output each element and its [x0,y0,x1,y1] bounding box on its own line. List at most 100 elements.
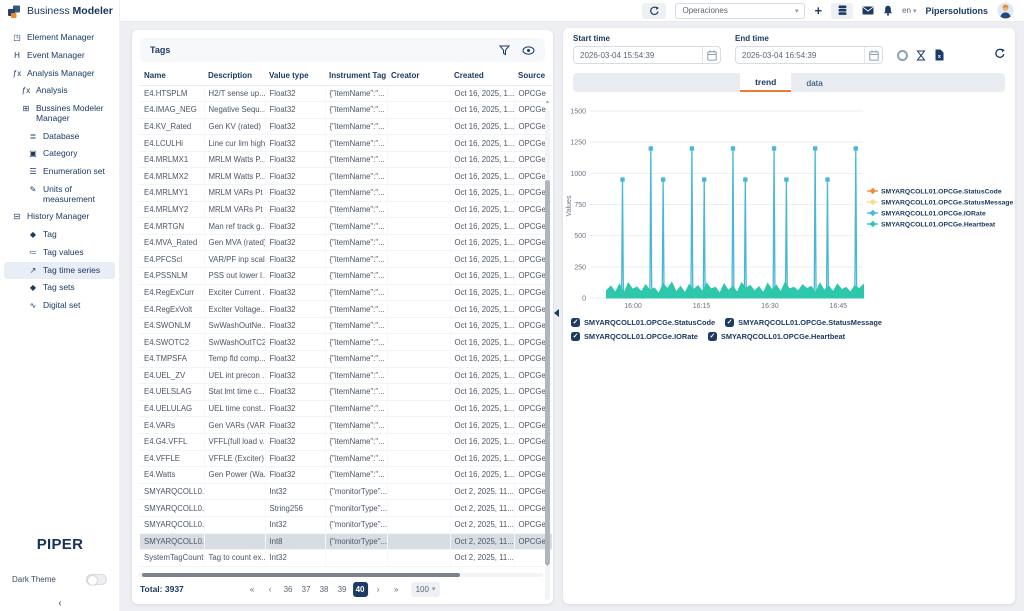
tab-data[interactable]: data [791,73,838,92]
panel-collapse-handle[interactable] [554,309,559,317]
sidebar-item-tag-time-series[interactable]: ↗Tag time series [4,262,115,280]
table-row[interactable]: E4.UEL_ZVUEL int precon ...Float32{"item… [140,367,552,384]
calendar-button[interactable] [702,47,720,63]
table-row[interactable]: E4.HTSPLMH2/T sense up...Float32{"itemNa… [140,85,552,102]
table-row[interactable]: E4.RegExVoltExciter Voltage...Float32{"i… [140,301,552,318]
hourglass-icon[interactable] [916,50,926,61]
end-time-input[interactable]: 2026-03-04 16:54:39 [735,46,883,64]
page-button[interactable]: 39 [335,582,350,597]
database-button[interactable] [831,3,853,19]
series-checkbox[interactable]: ✓SMYARQCOLL01.OPCGe.StatusMessage [725,318,882,327]
column-header-source[interactable]: Source [514,66,552,85]
svg-text:250: 250 [574,264,586,271]
chart-refresh-button[interactable] [994,48,1005,64]
sidebar-item-analysis[interactable]: ƒxAnalysis [4,82,115,100]
page-button[interactable]: 40 [353,582,368,597]
column-header-created[interactable]: Created [450,66,514,85]
page-button[interactable]: 38 [317,582,332,597]
scroll-up-icon[interactable]: ▲ [545,100,550,105]
avatar[interactable] [997,2,1014,19]
table-cell [387,516,450,533]
table-row[interactable]: E4.MRLMY2MRLM VARs Pt 2Float32{"itemName… [140,201,552,218]
table-row[interactable]: E4.UELULAGUEL time const...Float32{"item… [140,400,552,417]
first-page-button[interactable]: « [245,582,260,597]
table-row[interactable]: E4.RegExCurrExciter Current ...Float32{"… [140,284,552,301]
notifications-button[interactable] [883,5,893,16]
table-row[interactable]: SystemTagCountTag to count ex...Int32Oct… [140,550,552,567]
page-button[interactable]: 36 [281,582,296,597]
table-row[interactable]: E4.MRLMY1MRLM VARs Pt 1Float32{"itemName… [140,185,552,202]
table-row[interactable]: E4.MRLMX1MRLM Watts P...Float32{"itemNam… [140,151,552,168]
table-row[interactable]: E4.MVA_RatedGen MVA (rated)Float32{"item… [140,234,552,251]
table-row[interactable]: E4.KV_RatedGen KV (rated)Float32{"itemNa… [140,118,552,135]
export-file-icon[interactable]: x [934,49,944,61]
series-checkbox-label: SMYARQCOLL01.OPCGe.StatusCode [584,318,715,327]
table-row[interactable]: SMYARQCOLL0...Int32{"monitorType"...Oct … [140,483,552,500]
table-row[interactable]: E4.LCULHiLine cur lim highFloat32{"itemN… [140,135,552,152]
sidebar-item-history-manager[interactable]: ⊟History Manager [4,208,115,226]
table-cell [387,450,450,467]
table-cell: Exciter Current ... [204,284,265,301]
column-header-value-type[interactable]: Value type [265,66,325,85]
table-row[interactable]: E4.IMAG_NEGNegative Sequ...Float32{"item… [140,102,552,119]
table-row[interactable]: E4.MRTGNMan ref track g...Float32{"itemN… [140,218,552,235]
sidebar-item-database[interactable]: ≣Database [4,128,115,146]
add-button[interactable]: + [814,4,822,17]
eye-icon[interactable] [522,46,535,55]
table-row[interactable]: E4.PSSNLMPSS out lower l...Float32{"item… [140,268,552,285]
table-row[interactable]: E4.UELSLAGStat lmt time c...Float32{"ite… [140,384,552,401]
prev-page-button[interactable]: ‹ [263,582,278,597]
svg-text:SMYARQCOLL01.OPCGe.StatusMessa: SMYARQCOLL01.OPCGe.StatusMessage [881,199,1014,206]
table-cell: SMYARQCOLL0... [140,516,204,533]
language-select[interactable]: en▾ [902,6,916,15]
sidebar-item-units-of-measurement[interactable]: ✎Units of measurement [4,181,115,209]
series-checkbox[interactable]: ✓SMYARQCOLL01.OPCGe.Heartbeat [708,332,845,341]
table-row[interactable]: E4.MRLMX2MRLM Watts P...Float32{"itemNam… [140,168,552,185]
sidebar-item-event-manager[interactable]: HEvent Manager [4,47,115,65]
table-row[interactable]: SMYARQCOLL0...Int32{"monitorType"...Oct … [140,516,552,533]
table-row[interactable]: E4.VFFLEVFFLE (Exciter)Float32{"itemName… [140,450,552,467]
table-row[interactable]: E4.SWOTC2SwWashOutTC2Float32{"itemName":… [140,334,552,351]
series-checkbox[interactable]: ✓SMYARQCOLL01.OPCGe.StatusCode [571,318,715,327]
tab-trend[interactable]: trend [740,73,791,92]
column-header-description[interactable]: Description [204,66,265,85]
table-row[interactable]: SMYARQCOLL0...Int8{"monitorType"...Oct 2… [140,533,552,550]
horizontal-scrollbar-track[interactable] [138,573,543,577]
table-row[interactable]: E4.G4.VFFLVFFL(full load v...Float32{"it… [140,433,552,450]
table-row[interactable]: SMYARQCOLL0...String256{"monitorType"...… [140,500,552,517]
sidebar-item-tag-values[interactable]: ≔Tag values [4,244,115,262]
column-header-instrument-tag[interactable]: Instrument Tag [325,66,387,85]
page-size-select[interactable]: 100▾ [411,582,441,597]
table-row[interactable]: E4.PFCSclVAR/PF inp scaleFloat32{"itemNa… [140,251,552,268]
sidebar-item-element-manager[interactable]: ◳Element Manager [4,29,115,47]
sidebar-item-category[interactable]: ▣Category [4,145,115,163]
table-row[interactable]: E4.VARsGen VARs (VAR...Float32{"itemName… [140,417,552,434]
table-row[interactable]: E4.SWONLMSwWashOutNe...Float32{"itemName… [140,317,552,334]
horizontal-scrollbar-thumb[interactable] [142,573,460,577]
table-row[interactable]: E4.TMPSFATemp fld comp...Float32{"itemNa… [140,351,552,368]
sidebar-collapse-icon[interactable]: ‹ [0,598,120,609]
sidebar-item-tag-sets[interactable]: ◆Tag sets [4,279,115,297]
column-header-creator[interactable]: Creator [387,66,450,85]
sidebar-item-digital-set[interactable]: ∿Digital set [4,297,115,315]
filter-icon[interactable] [499,45,510,56]
sidebar-item-tag[interactable]: ◆Tag [4,226,115,244]
column-header-name[interactable]: Name [140,66,204,85]
scroll-down-icon[interactable]: ▼ [545,563,550,568]
next-page-button[interactable]: › [371,582,386,597]
calendar-button[interactable] [864,47,882,63]
refresh-button[interactable] [642,3,666,19]
table-row[interactable]: E4.WattsGen Power (Wa...Float32{"itemNam… [140,467,552,484]
mail-button[interactable] [862,6,874,15]
workspace-select[interactable]: Operaciones▾ [675,3,805,19]
sidebar-item-enumeration-set[interactable]: ☰Enumeration set [4,163,115,181]
start-time-input[interactable]: 2026-03-04 15:54:39 [573,46,721,64]
sidebar-item-analysis-manager[interactable]: ƒxAnalysis Manager [4,65,115,83]
dark-theme-toggle[interactable] [86,574,107,585]
sidebar-item-bussines-modeler-manager[interactable]: ⊞Bussines Modeler Manager [4,100,115,128]
table-cell: Oct 16, 2025, 1... [450,234,514,251]
last-page-button[interactable]: » [389,582,404,597]
vertical-scrollbar-thumb[interactable] [545,180,550,565]
page-button[interactable]: 37 [299,582,314,597]
series-checkbox[interactable]: ✓SMYARQCOLL01.OPCGe.IORate [571,332,698,341]
